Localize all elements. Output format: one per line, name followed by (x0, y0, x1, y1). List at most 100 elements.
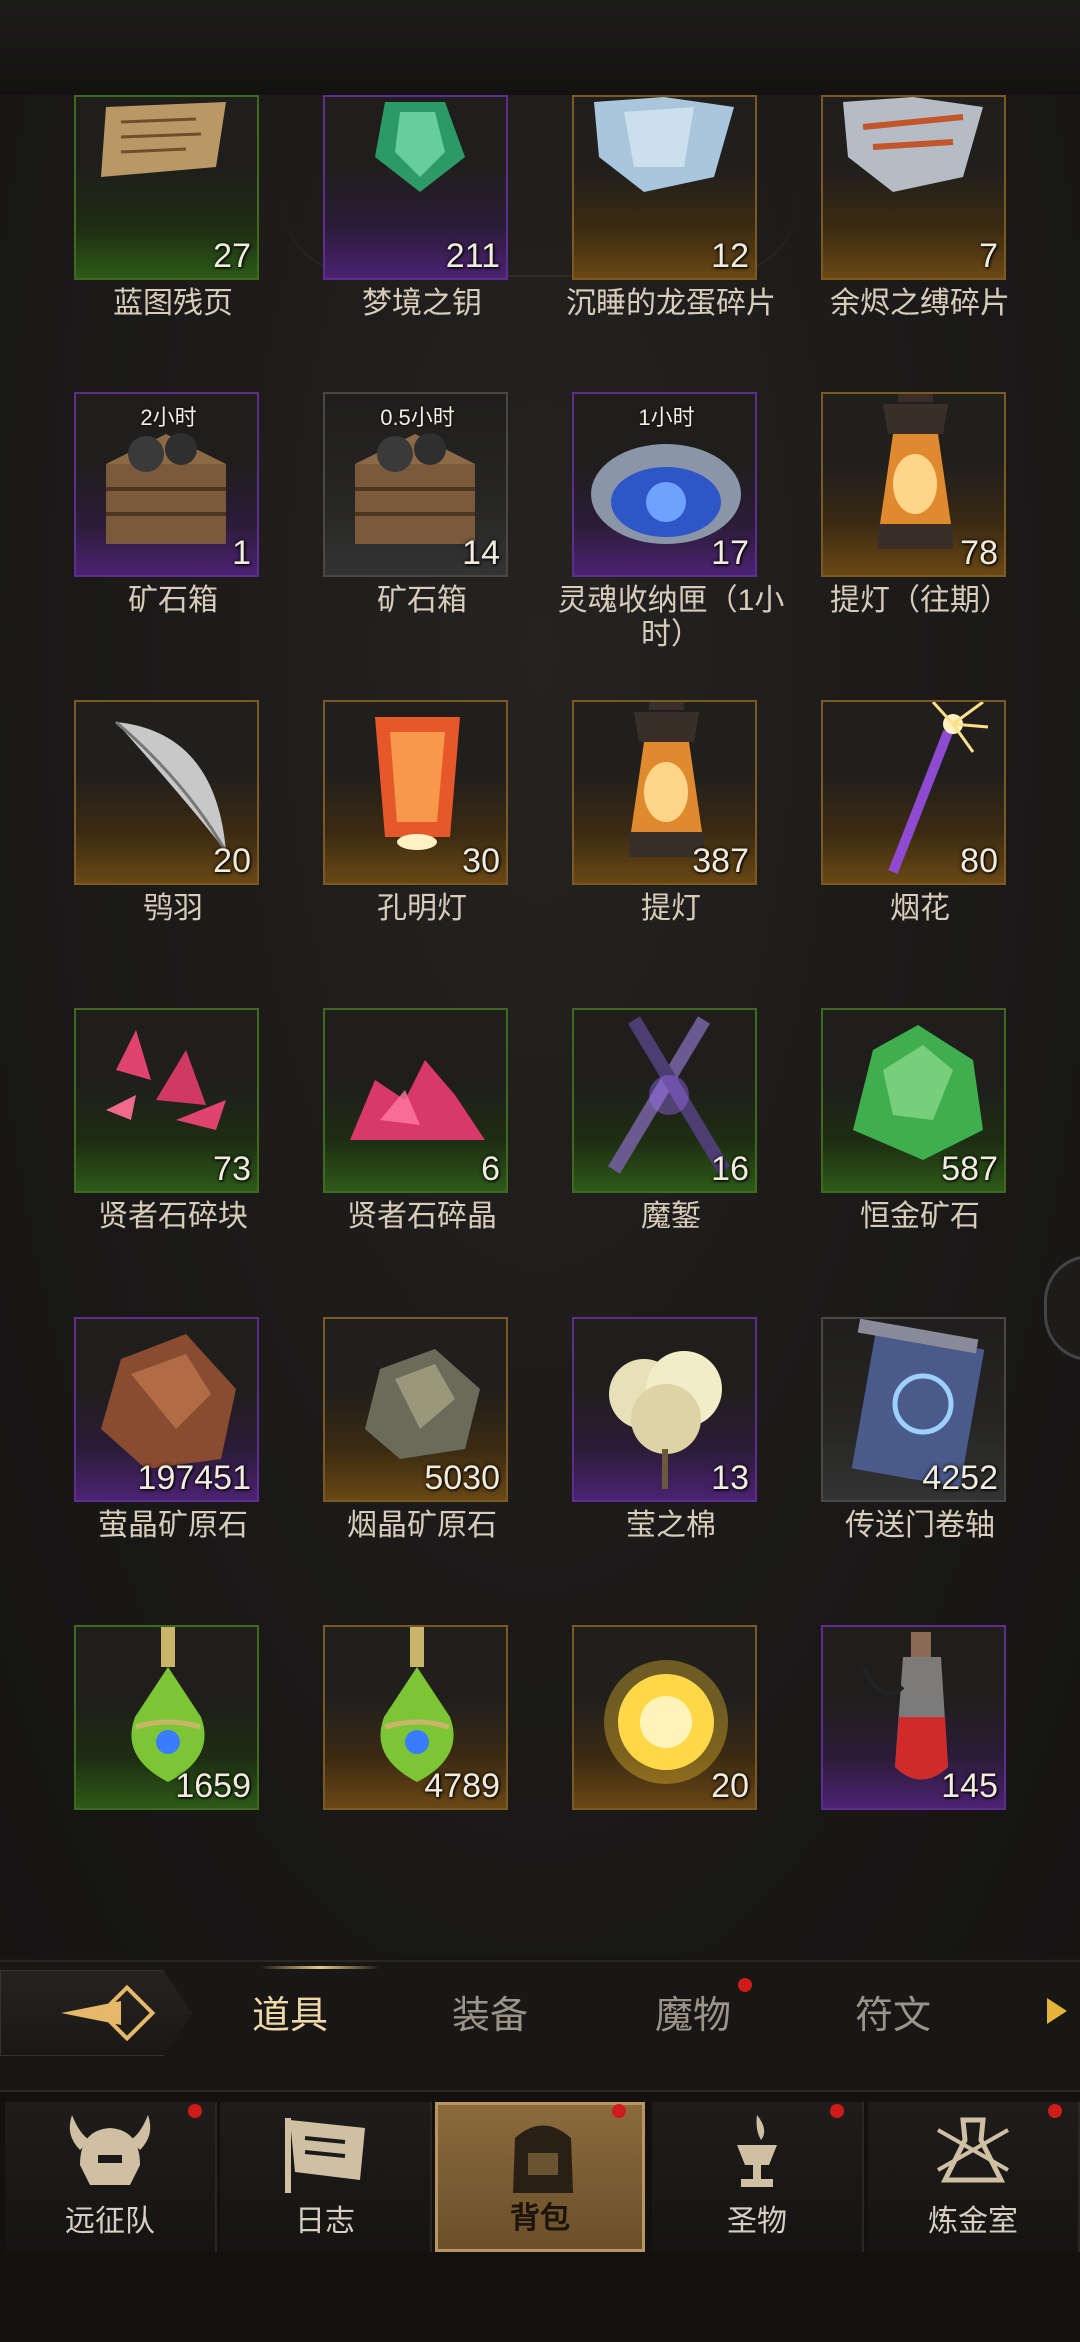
nav-expedition[interactable]: 远征队 (5, 2102, 217, 2252)
smoky-ore-icon[interactable]: 5030 (323, 1317, 508, 1502)
item-name: 烟晶矿原石 (347, 1509, 497, 1542)
nav-journal-label: 日志 (295, 2205, 355, 2238)
item-name: 蓝图残页 (113, 287, 233, 320)
bottom-navigation: 远征队 日志 背包 圣物 炼金室 (0, 2090, 1080, 2342)
nav-backpack[interactable]: 背包 (435, 2102, 645, 2252)
item-name: 灵魂收纳匣（1小时） (557, 584, 785, 651)
ember-shard-icon[interactable]: 7 (821, 95, 1006, 280)
item-timer: 2小时 (140, 405, 197, 430)
backpack-icon (513, 2125, 573, 2193)
item-count: 197451 (137, 1459, 251, 1497)
item-name: 鸮羽 (143, 892, 203, 925)
item-count: 17 (711, 534, 749, 572)
portal-scroll-icon[interactable]: 4252 (821, 1317, 1006, 1502)
green-potion-icon[interactable]: 4789 (323, 1625, 508, 1810)
crystal-shard-icon[interactable]: 12 (572, 95, 757, 280)
red-crystal-pile-icon[interactable]: 6 (323, 1008, 508, 1193)
item-count: 73 (213, 1150, 251, 1188)
item-count: 145 (941, 1767, 998, 1805)
item-name: 余烬之缚碎片 (830, 287, 1010, 320)
green-potion-icon[interactable]: 1659 (74, 1625, 259, 1810)
item-name: 魔錾 (641, 1200, 701, 1233)
soul-chest-icon[interactable]: 1小时 17 (572, 392, 757, 577)
item-count: 6 (481, 1150, 500, 1188)
ore-crate-icon[interactable]: 0.5小时 14 (323, 392, 508, 577)
item-name: 萤晶矿原石 (98, 1509, 248, 1542)
notification-dot (1048, 2104, 1062, 2118)
item-count: 211 (445, 237, 500, 275)
nav-relics-label: 圣物 (727, 2205, 787, 2238)
ore-crate-icon[interactable]: 2小时 1 (74, 392, 259, 577)
item-count: 80 (960, 842, 998, 880)
item-name: 传送门卷轴 (845, 1509, 995, 1542)
nav-relics[interactable]: 圣物 (652, 2102, 864, 2252)
tab-items[interactable]: 道具 (252, 1984, 328, 2039)
item-count: 13 (711, 1459, 749, 1497)
item-count: 12 (711, 237, 749, 275)
scroll-page-icon[interactable]: 27 (74, 95, 259, 280)
notification-dot (612, 2104, 626, 2118)
notification-dot (830, 2104, 844, 2118)
nav-backpack-label: 背包 (510, 2202, 570, 2235)
cotton-icon[interactable]: 13 (572, 1317, 757, 1502)
green-ore-icon[interactable]: 587 (821, 1008, 1006, 1193)
item-name: 矿石箱 (128, 584, 218, 617)
item-timer: 0.5小时 (380, 405, 455, 430)
item-count: 4789 (424, 1767, 500, 1805)
tab-monsters[interactable]: 魔物 (655, 1984, 731, 2039)
item-name: 矿石箱 (377, 584, 467, 617)
item-count: 16 (711, 1150, 749, 1188)
item-name: 烟花 (890, 892, 950, 925)
chalice-flame-icon (737, 2115, 777, 2187)
lantern-icon[interactable]: 387 (572, 700, 757, 885)
crossed-chisels-icon[interactable]: 16 (572, 1008, 757, 1193)
sky-lantern-icon[interactable]: 30 (323, 700, 508, 885)
item-name: 孔明灯 (377, 892, 467, 925)
item-count: 1659 (175, 1767, 251, 1805)
lantern-icon[interactable]: 78 (821, 392, 1006, 577)
item-name: 梦境之钥 (362, 287, 482, 320)
item-name: 莹之棉 (626, 1509, 716, 1542)
nav-alchemy[interactable]: 炼金室 (868, 2102, 1080, 2252)
active-tab-indicator (260, 1966, 380, 1969)
nav-expedition-label: 远征队 (65, 2205, 155, 2238)
sparkler-icon[interactable]: 80 (821, 700, 1006, 885)
item-name: 贤者石碎晶 (347, 1200, 497, 1233)
tab-runes[interactable]: 符文 (855, 1984, 931, 2039)
nav-alchemy-label: 炼金室 (928, 2205, 1018, 2238)
item-count: 20 (213, 842, 251, 880)
item-count: 5030 (424, 1459, 500, 1497)
red-crystal-shards-icon[interactable]: 73 (74, 1008, 259, 1193)
golden-orb-icon[interactable]: 20 (572, 1625, 757, 1810)
green-lantern-key-icon[interactable]: 211 (323, 95, 508, 280)
feather-icon[interactable]: 20 (74, 700, 259, 885)
item-name: 提灯 (641, 892, 701, 925)
item-grid: 27 蓝图残页 211 梦境之钥 12 沉睡的龙蛋碎片 7 余烬之缚碎片 2小时 1 矿石箱 0.5小… (0, 0, 1080, 1940)
item-name: 贤者石碎块 (98, 1200, 248, 1233)
item-count: 387 (692, 842, 749, 880)
item-count: 587 (941, 1150, 998, 1188)
item-count: 14 (462, 534, 500, 572)
red-vial-icon[interactable]: 145 (821, 1625, 1006, 1810)
nav-journal[interactable]: 日志 (220, 2102, 432, 2252)
item-count: 30 (462, 842, 500, 880)
back-button[interactable] (0, 1970, 192, 2056)
item-name: 提灯（往期） (830, 584, 1010, 617)
brown-ore-icon[interactable]: 197451 (74, 1317, 259, 1502)
item-count: 1 (232, 534, 251, 572)
tab-scroll-right-icon[interactable] (1045, 1996, 1069, 2026)
item-count: 20 (711, 1767, 749, 1805)
category-tabs: 道具 装备 魔物 符文 (0, 1960, 1080, 2062)
notification-dot (738, 1978, 752, 1992)
back-arrow-icon (61, 1984, 156, 2042)
item-name: 恒金矿石 (860, 1200, 980, 1233)
item-count: 4252 (922, 1459, 998, 1497)
viking-helmet-icon (69, 2115, 151, 2185)
item-timer: 1小时 (638, 405, 695, 430)
notification-dot (188, 2104, 202, 2118)
alchemy-flask-icon (937, 2117, 1009, 2183)
item-count: 7 (979, 237, 998, 275)
tab-equipment[interactable]: 装备 (452, 1984, 528, 2039)
journal-flag-icon (285, 2118, 365, 2193)
item-name: 沉睡的龙蛋碎片 (566, 287, 776, 320)
